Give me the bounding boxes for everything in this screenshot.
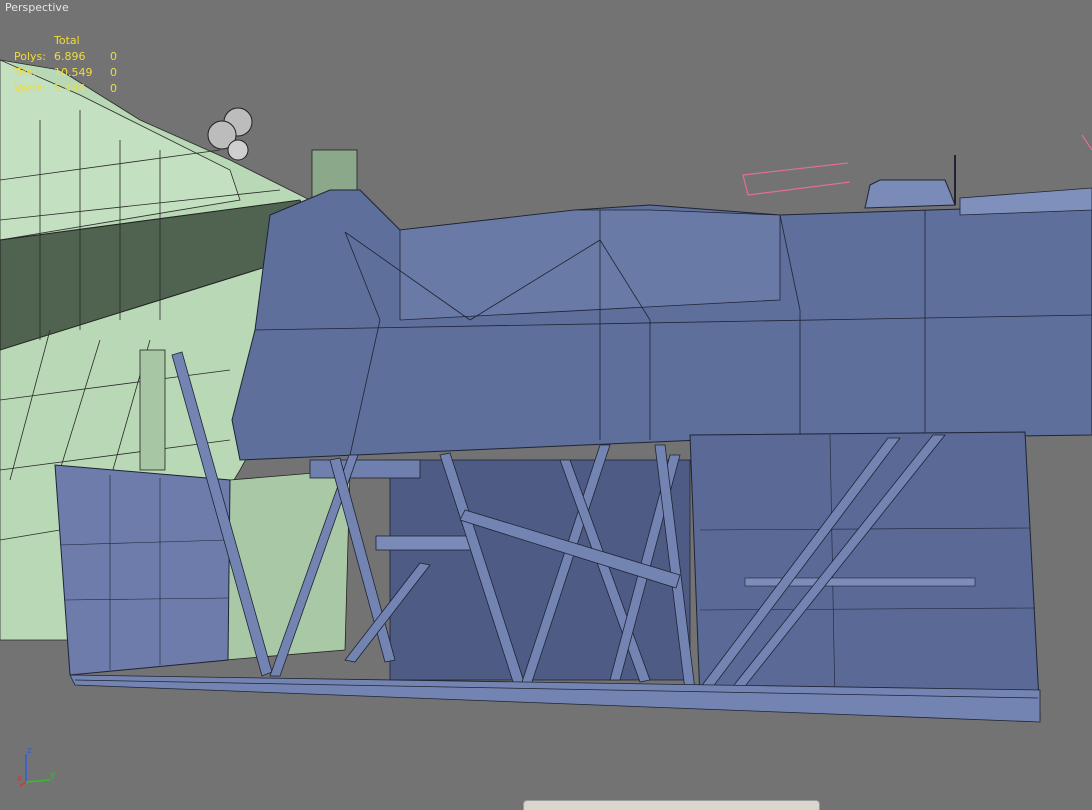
stats-selected: 0 [110, 82, 117, 95]
stats-total: 10.549 [54, 66, 93, 79]
stats-row-tris: Tris: 10.549 0 [14, 65, 124, 81]
stats-row-polys: Polys: 6.896 0 [14, 49, 124, 65]
blue-hull [231, 134, 1092, 461]
stats-label: Verts: [14, 82, 46, 95]
3d-scene[interactable] [0, 0, 1092, 810]
stats-label: Polys: [14, 50, 46, 63]
stats-total: 6.896 [54, 50, 86, 63]
bottom-panel-tab[interactable] [523, 800, 820, 810]
stats-selected: 0 [110, 66, 117, 79]
perspective-viewport[interactable]: Perspective Total Polys: 6.896 0 Tris: 1… [0, 0, 1092, 810]
axis-gizmo-icon: z y x [14, 744, 64, 790]
stats-row-verts: Verts: 5.444 0 [14, 81, 124, 97]
viewport-label[interactable]: Perspective [5, 1, 69, 14]
axis-x-label: x [17, 774, 23, 784]
axis-z-label: z [27, 746, 32, 756]
axis-y-label: y [50, 770, 56, 780]
stats-header: Total [54, 34, 80, 47]
stats-total: 5.444 [54, 82, 86, 95]
stats-label: Tris: [14, 66, 37, 79]
stats-selected: 0 [110, 50, 117, 63]
